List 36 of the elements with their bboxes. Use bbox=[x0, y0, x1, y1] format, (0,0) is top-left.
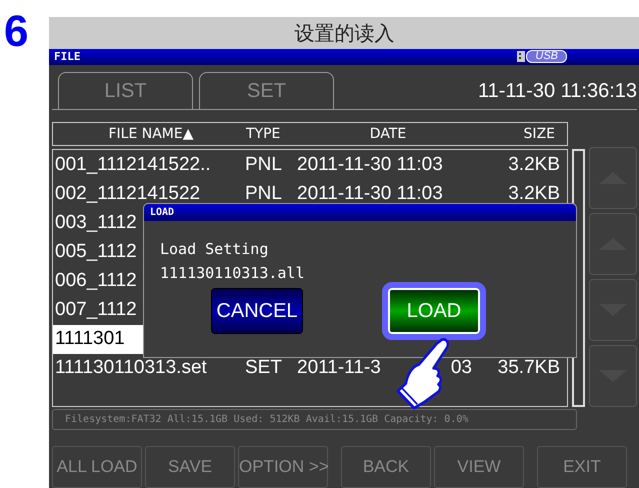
table-cell-text: 2011-11-30 11:03 bbox=[297, 153, 443, 178]
table-cell-text: 35.7KB bbox=[498, 356, 560, 380]
step-number: 6 bbox=[4, 10, 30, 54]
clock: 11-11-30 11:36:13 bbox=[478, 79, 637, 104]
window-title: FILE bbox=[54, 48, 80, 64]
column-header: SIZE bbox=[524, 126, 555, 142]
table-cell-text: 001_1112141522.. bbox=[55, 153, 211, 178]
column-header: TYPE bbox=[246, 126, 280, 142]
column-header: FILE NAME▲ bbox=[108, 126, 194, 142]
table-cell-text: 2011-11-3 bbox=[297, 356, 381, 380]
table-cell-text: 002_1112141522 bbox=[55, 182, 200, 206]
scroll-button[interactable] bbox=[589, 213, 637, 275]
scroll-button[interactable] bbox=[589, 147, 637, 209]
scroll-button[interactable] bbox=[589, 279, 637, 341]
heading: 设置的读入 bbox=[294, 20, 394, 47]
table-cell-text: 03 bbox=[450, 356, 472, 380]
dialog-title: LOAD bbox=[150, 206, 174, 220]
file-row[interactable]: 111130110313.set SET 2011-11-3 03 35.7KB bbox=[53, 354, 567, 383]
dialog-message: Load Setting bbox=[160, 239, 270, 259]
table-cell-text: 3.2KB bbox=[508, 153, 560, 178]
table-cell-text: PNL bbox=[245, 153, 282, 178]
table-cell-text: 3.2KB bbox=[508, 182, 560, 206]
filesystem-info: Filesystem:FAT32 All:15.1GB Used: 512KB Avail:15.1GB Capacity: 0.0% bbox=[65, 413, 468, 427]
column-header: DATE bbox=[370, 126, 406, 142]
table-cell-text: PNL bbox=[245, 182, 282, 206]
table-cell-text: 1111301 bbox=[55, 327, 125, 352]
usb-indicator: USB bbox=[526, 50, 567, 64]
table-cell-text: SET bbox=[245, 356, 282, 380]
table-cell-text: 111130110313.set bbox=[55, 356, 207, 380]
file-row[interactable]: 1111301 bbox=[53, 325, 143, 354]
cancel-button[interactable]: CANCEL bbox=[211, 288, 303, 334]
file-row[interactable]: 001_1112141522.. PNL 2011-11-30 11:03 3.2KB bbox=[53, 151, 567, 180]
usb-drive-icon bbox=[517, 51, 526, 62]
scroll-button[interactable] bbox=[589, 345, 637, 407]
table-cell-text: 2011-11-30 11:03 bbox=[297, 182, 443, 206]
dialog-message: 111130110313.all bbox=[160, 263, 306, 283]
